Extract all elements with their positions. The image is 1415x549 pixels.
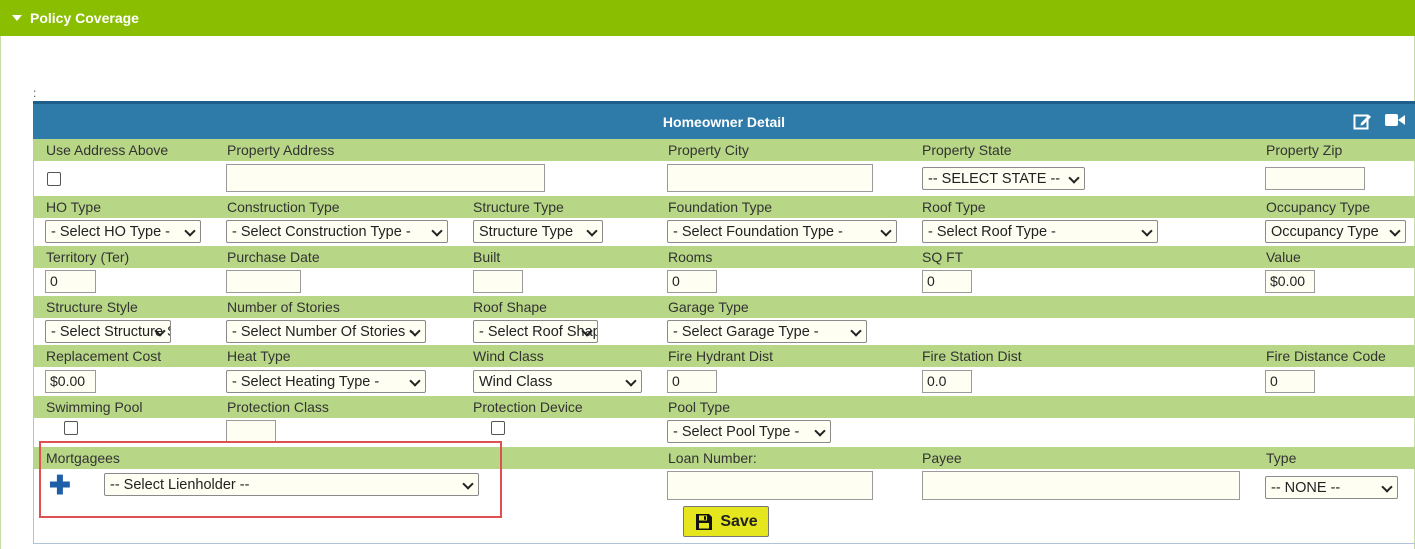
policy-coverage-header[interactable]: Policy Coverage (0, 0, 1415, 36)
label-structure-style: Structure Style (46, 299, 138, 315)
pool-type-select[interactable]: - Select Pool Type - (667, 420, 831, 443)
number-of-stories-select[interactable]: - Select Number Of Stories - (226, 320, 426, 343)
heat-type-select[interactable]: - Select Heating Type - (226, 370, 426, 393)
label-ho-type: HO Type (46, 199, 101, 215)
use-address-above-checkbox[interactable] (47, 172, 61, 186)
protection-device-checkbox[interactable] (491, 421, 505, 435)
mortgagee-type-select[interactable]: -- NONE -- (1265, 476, 1398, 499)
label-fire-distance-code: Fire Distance Code (1266, 348, 1386, 364)
property-address-input[interactable] (226, 164, 545, 192)
fire-hydrant-dist-input[interactable]: 0 (667, 370, 717, 393)
label-property-state: Property State (922, 142, 1012, 158)
mortgagees-highlight-box (39, 441, 502, 518)
label-territory: Territory (Ter) (46, 249, 130, 265)
label-structure-type: Structure Type (473, 199, 564, 215)
label-purchase-date: Purchase Date (227, 249, 320, 265)
purchase-date-input[interactable] (226, 270, 301, 293)
label-roof-type: Roof Type (922, 199, 986, 215)
foundation-type-select[interactable]: - Select Foundation Type - (667, 220, 897, 243)
label-payee: Payee (922, 450, 962, 466)
label-built: Built (473, 249, 501, 265)
garage-type-select[interactable]: - Select Garage Type - (667, 320, 867, 343)
property-state-select[interactable]: -- SELECT STATE -- (922, 167, 1085, 190)
loan-number-input[interactable] (667, 471, 873, 500)
label-loan-number: Loan Number: (668, 450, 757, 466)
label-wind-class: Wind Class (473, 348, 544, 364)
save-button-label: Save (720, 512, 758, 530)
property-zip-input[interactable] (1265, 167, 1365, 190)
label-replacement-cost: Replacement Cost (46, 348, 162, 364)
label-heat-type: Heat Type (227, 348, 291, 364)
sqft-input[interactable]: 0 (922, 270, 972, 293)
label-occupancy-type: Occupancy Type (1266, 199, 1371, 215)
label-roof-shape: Roof Shape (473, 299, 547, 315)
label-sqft: SQ FT (922, 249, 964, 265)
label-garage-type: Garage Type (668, 299, 749, 315)
label-mortgagee-type: Type (1266, 450, 1297, 466)
label-protection-device: Protection Device (473, 399, 583, 415)
collapse-triangle-icon[interactable] (12, 15, 22, 21)
label-number-of-stories: Number of Stories (227, 299, 340, 315)
panel-title: Homeowner Detail (662, 113, 786, 130)
label-property-address: Property Address (227, 142, 335, 158)
label-fire-hydrant-dist: Fire Hydrant Dist (668, 348, 774, 364)
construction-type-select[interactable]: - Select Construction Type - (226, 220, 448, 243)
label-pool-type: Pool Type (668, 399, 731, 415)
ho-type-select[interactable]: - Select HO Type - (45, 220, 201, 243)
label-foundation-type: Foundation Type (668, 199, 773, 215)
fire-distance-code-input[interactable]: 0 (1265, 370, 1315, 393)
roof-shape-select[interactable]: - Select Roof Shape - (473, 320, 598, 343)
rooms-input[interactable]: 0 (667, 270, 717, 293)
built-input[interactable] (473, 270, 523, 293)
panel-marker: : (33, 86, 37, 100)
label-property-zip: Property Zip (1266, 142, 1343, 158)
structure-style-select[interactable]: - Select Structure Style - (45, 320, 171, 343)
save-button[interactable]: Save (683, 506, 769, 537)
edit-icon[interactable] (1353, 112, 1373, 133)
property-city-input[interactable] (667, 164, 873, 192)
occupancy-type-select[interactable]: Occupancy Type (1265, 220, 1406, 243)
label-rooms: Rooms (668, 249, 713, 265)
label-value: Value (1266, 249, 1301, 265)
label-construction-type: Construction Type (227, 199, 340, 215)
panel-header: Homeowner Detail (33, 101, 1415, 139)
label-swimming-pool: Swimming Pool (46, 399, 143, 415)
floppy-disk-icon (696, 513, 713, 530)
roof-type-select[interactable]: - Select Roof Type - (922, 220, 1158, 243)
label-use-address-above: Use Address Above (46, 142, 169, 158)
label-fire-station-dist: Fire Station Dist (922, 348, 1022, 364)
replacement-cost-input[interactable]: $0.00 (45, 370, 96, 393)
label-property-city: Property City (668, 142, 749, 158)
video-icon[interactable] (1384, 112, 1406, 131)
swimming-pool-checkbox[interactable] (64, 421, 78, 435)
payee-input[interactable] (922, 471, 1240, 500)
wind-class-select[interactable]: Wind Class (473, 370, 642, 393)
value-input[interactable]: $0.00 (1265, 270, 1315, 293)
fire-station-dist-input[interactable]: 0.0 (922, 370, 972, 393)
protection-class-input[interactable] (226, 420, 276, 442)
label-protection-class: Protection Class (227, 399, 329, 415)
territory-input[interactable]: 0 (45, 270, 96, 293)
section-title: Policy Coverage (30, 10, 139, 26)
structure-type-select[interactable]: Structure Type (473, 220, 603, 243)
